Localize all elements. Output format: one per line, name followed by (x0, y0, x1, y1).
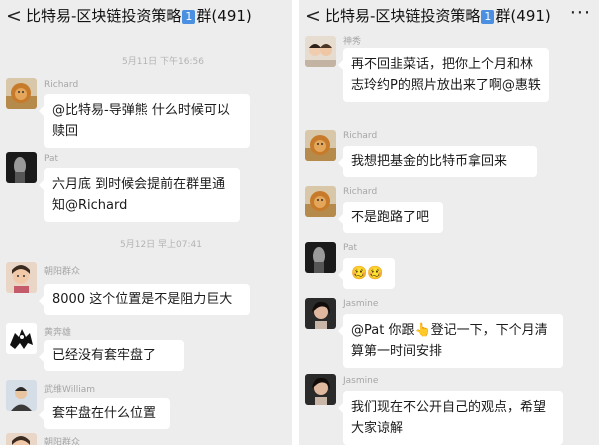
avatar-jasmine[interactable] (305, 298, 336, 329)
avatar-jasmine[interactable] (305, 374, 336, 405)
sender-name: Jasmine (343, 376, 379, 386)
avatar-chaoyang-crowd[interactable] (6, 262, 37, 293)
group-member-count: 群(491) (495, 7, 551, 25)
sender-name: 黄奔雄 (44, 328, 72, 338)
more-options-icon[interactable]: ··· (570, 2, 591, 24)
chat-panel-right: < 比特易-区块链投资策略 1 群(491) ··· 神秀 再不回韭菜话，把你上个月… (299, 0, 599, 445)
number-one-badge: 1 (182, 10, 196, 24)
avatar-richard-lion[interactable] (6, 78, 37, 109)
sender-name: 朝阳群众 (44, 438, 81, 445)
sender-name: Pat (44, 154, 59, 164)
chat-header-right: < 比特易-区块链投资策略 1 群(491) ··· (299, 0, 599, 34)
message-bubble[interactable]: 六月底 到时候会提前在群里通知@Richard (39, 168, 240, 222)
group-name: 比特易-区块链投资策略 (325, 7, 481, 25)
message-bubble[interactable]: 不是跑路了吧 (338, 202, 443, 233)
message-bubble[interactable]: 套牢盘在什么位置 (39, 398, 170, 429)
number-one-badge: 1 (481, 10, 495, 24)
avatar-huang-benxiong[interactable] (6, 323, 37, 354)
panel-divider (292, 0, 299, 445)
message-bubble[interactable]: 我想把基金的比特币拿回来 (338, 146, 537, 177)
back-arrow-icon[interactable]: < (305, 5, 321, 27)
avatar-pat[interactable] (305, 242, 336, 273)
back-arrow-icon[interactable]: < (6, 5, 22, 27)
avatar-pat[interactable] (6, 152, 37, 183)
screenshot-collage: < 比特易-区块链投资策略 1 群(491) 5月11日 下午16:56 Richa… (0, 0, 599, 445)
message-bubble[interactable]: 再不回韭菜话，把你上个月和林志玲约P的照片放出来了啊@惠轶 (338, 48, 549, 102)
group-member-count: 群(491) (196, 7, 252, 25)
chat-title-left: 比特易-区块链投资策略 1 群(491) (26, 6, 252, 26)
sender-name: 朝阳群众 (44, 267, 81, 277)
sender-name: Richard (343, 131, 378, 141)
chat-panel-left: < 比特易-区块链投资策略 1 群(491) 5月11日 下午16:56 Richa… (0, 0, 292, 445)
message-bubble[interactable]: @Pat 你跟👆登记一下，下个月清算第一时间安排 (338, 314, 563, 368)
sender-name: 武维William (44, 385, 95, 395)
sender-name: Pat (343, 243, 358, 253)
chat-title-right: 比特易-区块链投资策略 1 群(491) (325, 6, 551, 26)
message-bubble[interactable]: @比特易-导弹熊 什么时候可以赎回 (39, 94, 250, 148)
group-name: 比特易-区块链投资策略 (26, 7, 182, 25)
chat-header-left: < 比特易-区块链投资策略 1 群(491) (0, 0, 292, 34)
avatar-richard-lion[interactable] (305, 186, 336, 217)
timestamp: 5月12日 早上07:41 (120, 240, 202, 250)
avatar-chaoyang-crowd[interactable] (6, 433, 37, 445)
avatar-wuwei-william[interactable] (6, 380, 37, 411)
message-bubble[interactable]: 我们现在不公开自己的观点，希望大家谅解 (338, 391, 563, 445)
timestamp: 5月11日 下午16:56 (122, 57, 204, 67)
sender-name: Jasmine (343, 299, 379, 309)
sender-name: Richard (343, 187, 378, 197)
avatar-shenxiu[interactable] (305, 36, 336, 67)
avatar-richard-lion[interactable] (305, 130, 336, 161)
message-bubble[interactable]: 8000 这个位置是不是阻力巨大 (39, 284, 250, 315)
sender-name: Richard (44, 80, 79, 90)
message-bubble[interactable]: 🥴🥴 (338, 258, 395, 289)
sender-name: 神秀 (343, 37, 362, 47)
message-bubble[interactable]: 已经没有套牢盘了 (39, 340, 184, 371)
